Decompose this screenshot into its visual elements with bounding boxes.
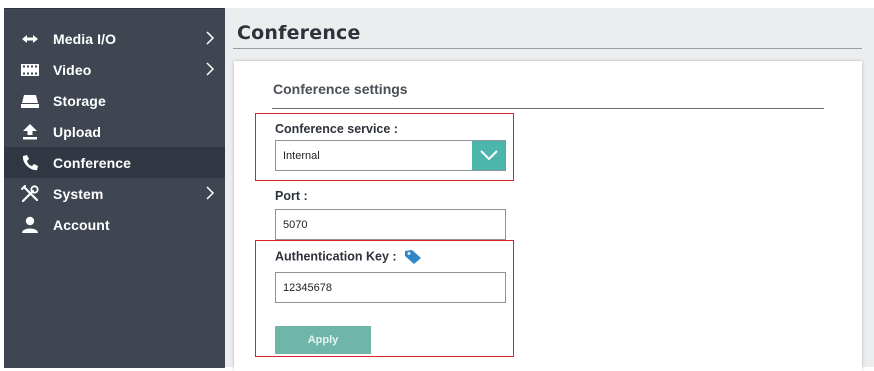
chevron-right-icon xyxy=(206,62,215,76)
phone-handset-icon xyxy=(20,153,40,173)
sidebar-item-media-io[interactable]: Media I/O xyxy=(4,23,225,54)
sidebar-item-label: Storage xyxy=(53,92,106,109)
sidebar-nav: Media I/O Video Storage Upload Conferenc… xyxy=(4,8,225,368)
chevron-right-icon xyxy=(206,186,215,200)
section-title: Conference settings xyxy=(273,81,408,97)
upload-arrow-icon xyxy=(20,122,40,142)
sidebar-item-label: Media I/O xyxy=(53,30,117,47)
title-divider xyxy=(233,48,862,49)
sidebar-item-conference[interactable]: Conference xyxy=(4,147,225,178)
highlight-box-authentication-key xyxy=(255,240,514,357)
port-label: Port : xyxy=(275,189,308,203)
sidebar-item-label: Account xyxy=(53,216,110,233)
media-io-arrows-icon xyxy=(20,29,40,49)
sidebar-item-storage[interactable]: Storage xyxy=(4,85,225,116)
sidebar-item-label: Conference xyxy=(53,154,132,171)
port-input[interactable]: 5070 xyxy=(275,209,506,240)
user-icon xyxy=(20,215,40,235)
sidebar-item-label: System xyxy=(53,185,104,202)
film-strip-icon xyxy=(20,60,40,80)
section-divider xyxy=(272,108,824,109)
highlight-box-conference-service xyxy=(255,113,514,181)
window-top-edge xyxy=(0,0,874,8)
page-title: Conference xyxy=(237,22,361,44)
tools-icon xyxy=(20,184,40,204)
sidebar-item-label: Video xyxy=(53,61,92,78)
port-value: 5070 xyxy=(283,218,308,231)
sidebar-item-video[interactable]: Video xyxy=(4,54,225,85)
sidebar-item-account[interactable]: Account xyxy=(4,209,225,240)
sidebar-item-upload[interactable]: Upload xyxy=(4,116,225,147)
storage-drive-icon xyxy=(20,91,40,111)
sidebar-item-label: Upload xyxy=(53,123,102,140)
sidebar-item-system[interactable]: System xyxy=(4,178,225,209)
chevron-right-icon xyxy=(206,31,215,45)
